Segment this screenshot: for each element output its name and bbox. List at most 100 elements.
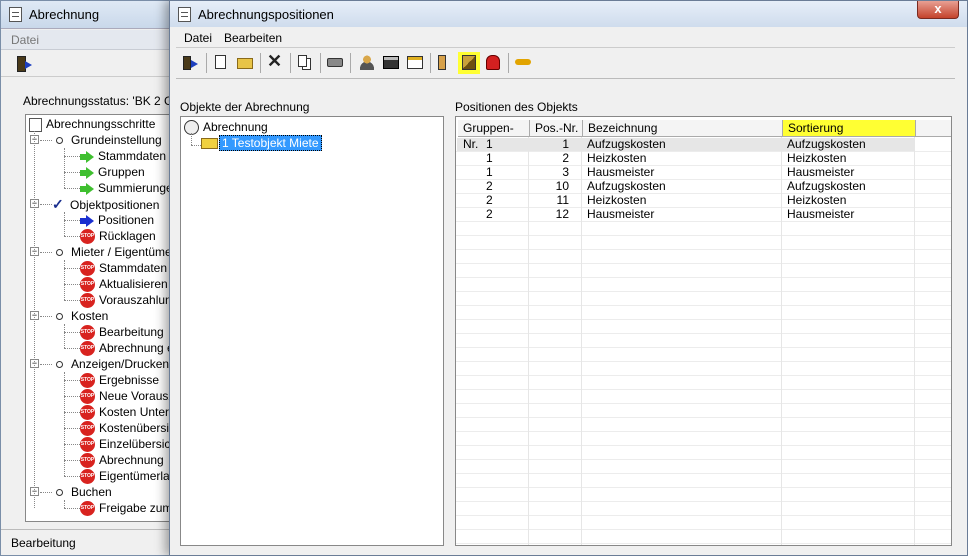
tree-item[interactable]: STOP Neue Vorausz <box>80 388 174 405</box>
back-toolbar <box>1 51 175 77</box>
tree-group-label: Kosten <box>71 309 109 323</box>
copy-button[interactable] <box>294 52 316 74</box>
column-header-2[interactable]: Bezeichnung <box>583 120 783 137</box>
tree-line <box>64 284 80 285</box>
tree-line <box>64 372 65 476</box>
print-button[interactable] <box>324 52 346 74</box>
grid-line <box>456 249 951 250</box>
close-button[interactable]: x <box>917 1 959 19</box>
window-button[interactable] <box>404 52 426 74</box>
delete-button[interactable]: ✕ <box>264 51 286 74</box>
stop-icon: STOP <box>80 405 95 421</box>
column-header-3[interactable]: Sortierung <box>783 120 916 137</box>
table-cell: 2 <box>486 207 493 221</box>
tree-item[interactable]: STOP Kosten Unter-/ <box>80 404 175 421</box>
tree-line <box>64 260 65 300</box>
tree-line <box>64 188 80 189</box>
table-cell: Aufzugskosten <box>787 179 866 193</box>
red-document-icon <box>486 55 500 70</box>
tree-line <box>64 300 80 301</box>
table-cell: Aufzugskosten <box>587 137 666 151</box>
ring-icon <box>56 249 63 257</box>
abrechnungspositionen-window: Abrechnungspositionen x Datei Bearbeiten… <box>169 0 968 556</box>
grid-line <box>456 473 951 474</box>
tree-item[interactable]: STOP Einzelübersich <box>80 436 175 453</box>
abrechnungsschritte-tree: Abrechnungsschritte − Grundeinstellung Stam… <box>25 114 176 522</box>
grid-line <box>456 403 951 404</box>
grid-line <box>456 361 951 362</box>
tree-item[interactable]: Summierungen <box>80 180 175 196</box>
front-titlebar[interactable]: Abrechnungspositionen x <box>170 1 967 27</box>
new-button[interactable] <box>210 52 232 74</box>
objekte-tree: Abrechnung 1 Testobjekt Miete <box>180 116 444 546</box>
tree-item[interactable]: Positionen <box>80 212 154 228</box>
exit-icon <box>183 56 191 70</box>
tree-group-5[interactable]: Buchen <box>56 484 112 500</box>
tree-item[interactable]: STOP Kostenübersic <box>80 420 175 437</box>
stop-icon: STOP <box>80 389 95 405</box>
tree-item[interactable]: STOP Bearbeitung <box>80 324 164 341</box>
tree-line <box>64 236 80 237</box>
tree-item-label: Gruppen <box>98 165 145 179</box>
back-statusbar: Bearbeitung <box>1 529 175 555</box>
stop-icon: STOP <box>80 341 95 357</box>
tree-line <box>40 492 52 493</box>
tree-line <box>40 364 52 365</box>
package-button[interactable] <box>458 52 480 74</box>
tree-item[interactable]: STOP Ergebnisse <box>80 372 159 389</box>
exit-button[interactable] <box>180 52 202 74</box>
green-arrow-icon <box>80 150 94 163</box>
tree-root-abrechnung[interactable]: Abrechnung <box>184 119 268 136</box>
tree-group-2[interactable]: Mieter / Eigentümer <box>56 244 175 260</box>
tree-item-label: Eigentümerlas <box>99 469 176 483</box>
ring-icon <box>56 361 63 369</box>
tree-item[interactable]: STOP Freigabe zum <box>80 500 172 517</box>
tree-group-4[interactable]: Anzeigen/Drucken <box>56 356 169 372</box>
people-button[interactable] <box>356 52 378 74</box>
table-cell: Aufzugskosten <box>587 179 666 193</box>
tree-item[interactable]: STOP Abrechnung e <box>80 340 174 357</box>
table-cell: 2 <box>486 179 493 193</box>
table-cell: 12 <box>555 207 569 221</box>
door-button[interactable] <box>434 52 456 74</box>
grid-line <box>456 529 951 530</box>
tree-item-label: Bearbeitung <box>99 325 164 339</box>
red-page-button[interactable] <box>482 52 504 74</box>
table-cell: Heizkosten <box>787 193 847 207</box>
menu-datei[interactable]: Datei <box>184 31 212 45</box>
back-titlebar[interactable]: Abrechnung <box>1 1 175 29</box>
tree-item-testobjekt[interactable]: 1 Testobjekt Miete <box>201 135 322 151</box>
ring-icon <box>56 313 63 321</box>
tree-item[interactable]: STOP Rücklagen <box>80 228 156 245</box>
column-header-0[interactable]: Gruppen-Nr. <box>458 120 530 151</box>
table-cell: 1 <box>486 165 493 179</box>
form-button[interactable] <box>380 52 402 74</box>
grid-line <box>456 459 951 460</box>
stop-icon: STOP <box>80 373 95 389</box>
tree-item[interactable]: STOP Abrechnung <box>80 452 164 469</box>
tree-group-1[interactable]: ✓ Objektpositionen <box>52 196 159 212</box>
tree-item[interactable]: Stammdaten <box>80 148 166 164</box>
tree-item[interactable]: STOP Stammdaten <box>80 260 167 277</box>
tree-item[interactable]: STOP Aktualisieren u <box>80 276 175 293</box>
key-button[interactable] <box>512 52 534 74</box>
exit-icon[interactable] <box>15 56 33 72</box>
grid-line <box>456 235 951 236</box>
column-header-1[interactable]: Pos.-Nr. <box>530 120 583 137</box>
menu-datei[interactable]: Datei <box>11 33 39 47</box>
menu-bearbeiten[interactable]: Bearbeiten <box>224 31 282 45</box>
tree-root[interactable]: Abrechnungsschritte <box>29 116 155 132</box>
tree-item[interactable]: STOP Eigentümerlas <box>80 468 176 485</box>
tree-item[interactable]: Gruppen <box>80 164 145 180</box>
front-toolbar: ✕ <box>176 49 955 79</box>
table-cell: 1 <box>562 137 569 151</box>
grid-line <box>456 431 951 432</box>
tree-group-3[interactable]: Kosten <box>56 308 108 324</box>
checkmark-icon: ✓ <box>52 196 64 212</box>
tree-group-0[interactable]: Grundeinstellung <box>56 132 162 148</box>
tree-item[interactable]: STOP Vorauszahlung <box>80 292 175 309</box>
tree-group-label: Objektpositionen <box>70 198 160 212</box>
folder-icon <box>201 138 218 150</box>
tree-line <box>64 148 65 188</box>
open-button[interactable] <box>234 52 256 74</box>
